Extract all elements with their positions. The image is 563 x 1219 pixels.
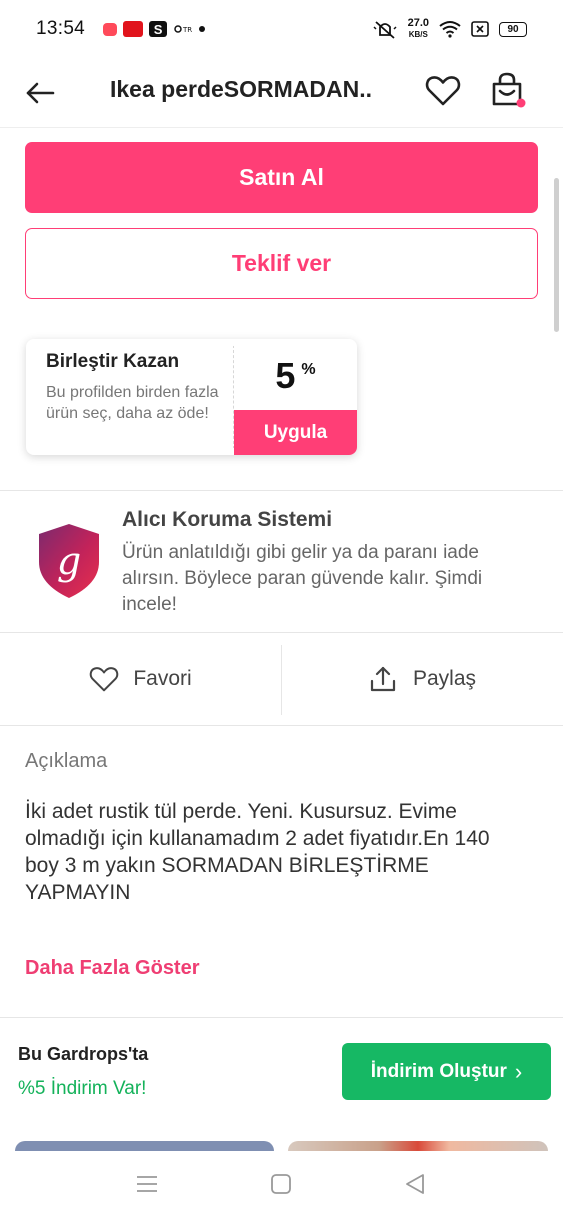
discount-percent-sign: % (301, 361, 316, 378)
svg-text:TR: TR (182, 26, 192, 34)
buyer-protection-description[interactable]: Ürün anlatıldığı gibi gelir ya da paranı… (122, 540, 532, 618)
notification-app-icon (103, 22, 118, 36)
system-nav-bar (0, 1151, 563, 1219)
description-heading: Açıklama (25, 750, 108, 772)
create-discount-button[interactable]: İndirim Oluştur › (342, 1043, 551, 1100)
favorite-action-button[interactable]: Favori (0, 633, 281, 725)
net-speed-value: 27.0 (407, 17, 429, 29)
heart-icon (425, 76, 461, 106)
show-more-link[interactable]: Daha Fazla Göster (25, 957, 200, 980)
create-discount-label: İndirim Oluştur (370, 1060, 507, 1082)
share-upload-icon (370, 666, 396, 692)
social-actions: Favori Paylaş (0, 633, 563, 725)
shopping-bag-icon (492, 72, 526, 108)
chevron-right-icon: › (514, 1058, 523, 1084)
favorite-button[interactable] (422, 70, 464, 112)
back-triangle-icon[interactable] (402, 1171, 428, 1197)
net-speed-unit: KB/S (408, 30, 428, 39)
combine-info: Birleştir Kazan Bu profilden birden fazl… (26, 339, 233, 455)
recent-apps-icon[interactable] (134, 1171, 160, 1197)
scrollbar[interactable] (554, 178, 559, 332)
more-notifications-dot-icon (199, 26, 206, 32)
notification-app-icon: S (149, 21, 168, 37)
share-label: Paylaş (412, 667, 477, 690)
page-title: Ikea perdeSORMADAN.. (110, 76, 373, 102)
promo-title: Bu Gardrops'ta (18, 1044, 149, 1064)
home-icon[interactable] (269, 1172, 293, 1196)
apply-button[interactable]: Uygula (234, 410, 357, 455)
promo-subtitle: %5 İndirim Var! (18, 1078, 147, 1099)
status-time: 13:54 (36, 18, 86, 39)
cart-button[interactable] (486, 68, 530, 112)
buyer-protection-shield-icon: g (39, 524, 99, 598)
discount-percent: 5% (234, 355, 357, 397)
arrow-left-icon (26, 82, 55, 104)
share-button[interactable]: Paylaş (282, 633, 563, 725)
app-header: Ikea perdeSORMADAN.. (0, 58, 563, 128)
discount-percent-value: 5 (275, 355, 296, 396)
section-divider (0, 725, 563, 726)
buy-button[interactable]: Satın Al (25, 142, 538, 213)
notification-app-icon (123, 21, 144, 37)
section-divider (0, 490, 563, 491)
combine-discount: 5% Uygula (234, 339, 357, 455)
net-speed: 27.0 KB/S (408, 18, 429, 40)
combine-title: Birleştir Kazan (46, 351, 180, 372)
store-discount-banner: Bu Gardrops'ta %5 İndirim Var! İndirim O… (0, 1017, 563, 1129)
wifi-icon (439, 21, 461, 38)
make-offer-button[interactable]: Teklif ver (25, 228, 538, 299)
sim-icon (471, 21, 489, 37)
silent-mode-icon (373, 21, 397, 39)
heart-icon (90, 666, 119, 691)
combine-description: Bu profilden birden fazla ürün seç, daha… (46, 384, 219, 422)
notification-icons: S TR (103, 21, 206, 37)
description-text: İki adet rustik tül perde. Yeni. Kusursu… (25, 800, 490, 904)
status-bar: 13:54 S TR 27.0 KB/S 90 (0, 0, 563, 58)
combine-discount-card: Birleştir Kazan Bu profilden birden fazl… (26, 339, 357, 455)
status-right: 27.0 KB/S 90 (372, 18, 527, 40)
svg-text:g: g (57, 539, 81, 583)
buyer-protection-title: Alıcı Koruma Sistemi (122, 508, 333, 531)
back-button[interactable] (22, 75, 58, 111)
notification-app-icon: TR (174, 25, 192, 34)
favorite-label: Favori (133, 667, 192, 690)
battery-icon: 90 (499, 21, 527, 37)
